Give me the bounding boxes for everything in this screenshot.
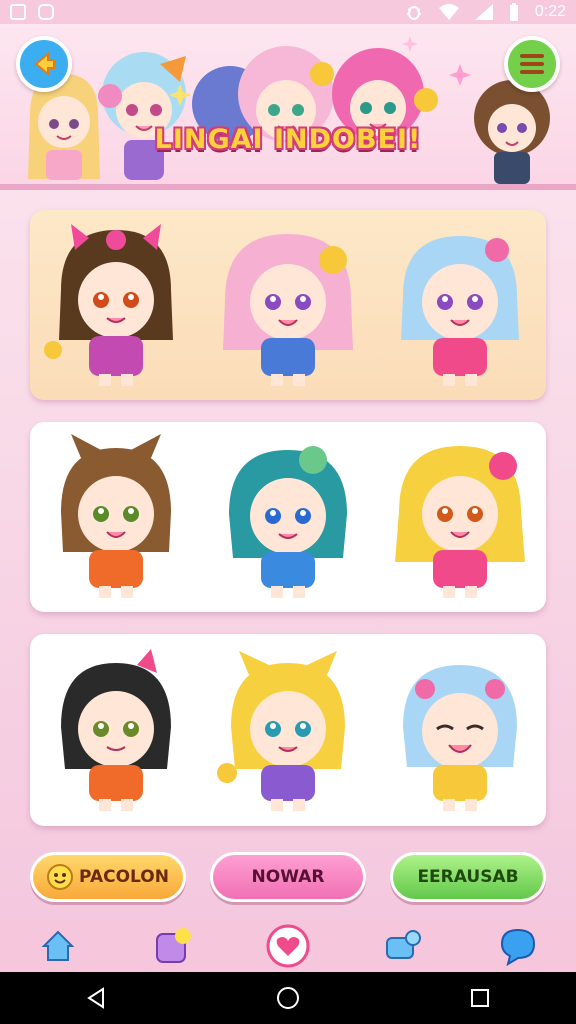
nowar-label: NOWAR	[251, 867, 325, 887]
recents-square-icon	[471, 989, 489, 1007]
system-back-button[interactable]	[76, 978, 116, 1018]
system-home-button[interactable]	[268, 978, 308, 1018]
sticker-row-1	[30, 210, 546, 400]
smiley-icon	[47, 864, 74, 890]
eerausab-label: EERAUSAB	[417, 867, 519, 887]
message-icon	[386, 930, 422, 959]
sticker-row-3	[30, 634, 546, 826]
home-icon	[41, 930, 75, 961]
system-recents-button[interactable]	[460, 978, 500, 1018]
sticker-brunette-bow-girl[interactable]	[41, 220, 191, 390]
sticker-blue-hair-girl[interactable]	[385, 220, 535, 390]
arrow-left-icon	[34, 51, 55, 77]
pacolon-label: PACOLON	[79, 867, 169, 887]
nav-stickers[interactable]	[150, 923, 196, 969]
nav-favorites[interactable]	[265, 923, 311, 969]
app-header: LINGAI INDOBEI!	[0, 24, 576, 190]
back-triangle-icon	[87, 987, 104, 1009]
hamburger-menu-icon	[520, 54, 544, 74]
status-time: 0:22	[534, 3, 566, 20]
sticker-row-2	[30, 422, 546, 612]
sticker-light-blue-hair-girl[interactable]	[385, 645, 535, 815]
back-button[interactable]	[16, 36, 72, 92]
bug-icon	[406, 6, 421, 20]
sticker-teal-hair-girl[interactable]	[213, 432, 363, 602]
pacolon-button[interactable]: PACOLON	[30, 852, 186, 902]
app-icon	[38, 4, 54, 20]
sticker-icon	[155, 928, 191, 963]
image-icon	[10, 4, 26, 20]
nav-home[interactable]	[35, 923, 81, 969]
sticker-brown-cat-ear-girl[interactable]	[41, 432, 191, 602]
home-circle-icon	[277, 987, 299, 1009]
status-bar: 0:22	[0, 0, 576, 24]
nav-messages[interactable]	[380, 923, 426, 969]
bottom-nav	[0, 920, 576, 972]
signal-icon	[474, 4, 493, 20]
heart-icon	[266, 924, 310, 968]
nowar-button[interactable]: NOWAR	[210, 852, 366, 902]
nav-chat[interactable]	[495, 923, 541, 969]
header-characters-art	[28, 36, 550, 184]
sticker-black-hair-girl[interactable]	[41, 645, 191, 815]
sticker-pink-hair-girl[interactable]	[213, 220, 363, 390]
sticker-blonde-cat-ear-girl[interactable]	[213, 645, 363, 815]
menu-button[interactable]	[504, 36, 560, 92]
app-title: LINGAI INDOBEI!	[154, 124, 422, 155]
eerausab-button[interactable]: EERAUSAB	[390, 852, 546, 902]
system-nav	[0, 972, 576, 1024]
battery-icon	[509, 3, 518, 21]
chat-bubble-icon	[501, 928, 536, 966]
sticker-blonde-bow-girl[interactable]	[385, 432, 535, 602]
wifi-icon	[438, 4, 459, 20]
